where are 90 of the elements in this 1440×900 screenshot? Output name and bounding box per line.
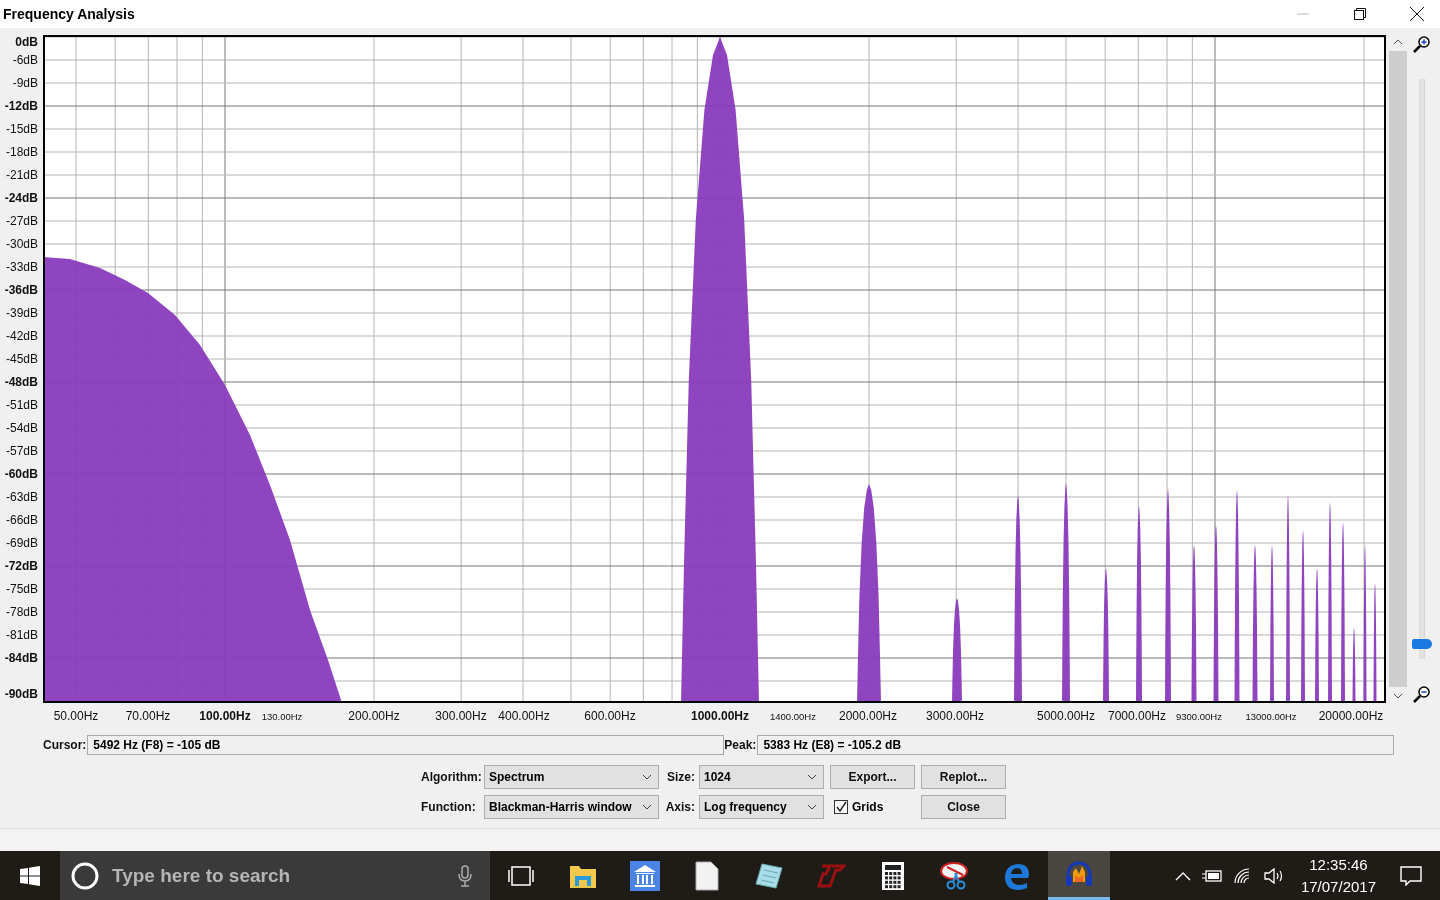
peak-readout: 5383 Hz (E8) = -105.2 dB [757,735,1395,755]
y-axis-label: -75dB [5,582,38,596]
x-axis-label: 1400.00Hz [770,711,816,722]
circle-icon [70,860,100,891]
y-axis-label: -78dB [5,605,38,619]
algorithm-label: Algorithm: [421,770,483,784]
y-axis-label: 0dB [15,35,38,49]
y-axis-label: -12dB [4,99,38,113]
x-axis-label: 20000.00Hz [1318,709,1384,723]
slider-thumb[interactable] [1412,639,1432,649]
y-axis-label: -42dB [5,329,38,343]
chevron-down-icon [807,804,817,810]
x-axis-label: 130.00Hz [261,711,303,722]
size-label: Size: [667,770,695,784]
y-axis-label: -36dB [4,283,38,297]
y-axis-label: -60dB [4,467,38,481]
export-button[interactable]: Export... [830,765,915,789]
chevron-down-icon [642,804,652,810]
chevron-down-icon [642,774,652,780]
x-axis-label: 200.00Hz [348,709,400,723]
y-axis-label: -66dB [5,513,38,527]
x-axis-label: 50.00Hz [53,709,99,723]
notification-icon[interactable] [1400,865,1422,886]
x-axis-label: 9300.00Hz [1176,711,1222,722]
chevron-down-icon [807,774,817,780]
microphone-icon[interactable] [458,864,472,887]
function-dropdown[interactable]: Blackman-Harris window [484,795,659,819]
y-axis-label: -84dB [4,651,38,665]
cursor-readout: 5492 Hz (F8) = -105 dB [87,735,725,755]
x-axis-label: 100.00Hz [199,709,251,723]
x-axis-label: 2000.00Hz [839,709,897,723]
y-axis-label: -51dB [5,398,38,412]
grids-checkbox[interactable] [834,800,848,814]
x-axis-label: 1000.00Hz [691,709,749,723]
notepad-icon [754,861,784,890]
axis-label: Axis: [665,800,695,814]
x-axis-label: 300.00Hz [435,709,487,723]
y-axis-label: -24dB [4,191,38,205]
cursor-label: Cursor: [43,738,87,752]
y-axis-label: -27dB [5,214,38,228]
document-icon [695,860,719,891]
y-axis-label: -21dB [5,168,38,182]
search-field[interactable]: Type here to search [110,863,448,888]
x-axis-label: 600.00Hz [584,709,636,723]
y-axis-label: -72dB [4,559,38,573]
building-icon [630,860,660,891]
window-title: Frequency Analysis [2,6,135,22]
chevron-down-icon[interactable] [1393,693,1403,699]
x-axis-label: 70.00Hz [125,709,171,723]
y-axis-label: -18dB [5,145,38,159]
y-axis-label: -15dB [5,122,38,136]
function-label: Function: [421,800,477,814]
y-axis-label: -81dB [5,628,38,642]
x-axis-label: 13000.00Hz [1245,711,1297,722]
zoom-out-icon[interactable] [1413,685,1431,703]
y-axis-label: -90dB [4,687,38,701]
headphones-icon [1064,860,1094,888]
y-axis-label: -48dB [4,375,38,389]
x-axis-label: 3000.00Hz [926,709,984,723]
y-axis-label: -33dB [5,260,38,274]
search-box[interactable]: Type here to search [60,851,490,900]
replot-button[interactable]: Replot... [921,765,1006,789]
clock-date[interactable]: 17/07/2017 [1300,875,1376,898]
logo-icon [816,863,846,888]
close-button[interactable]: Close [921,795,1006,819]
speaker-icon[interactable] [1262,866,1285,885]
algorithm-dropdown[interactable]: Spectrum [484,765,659,789]
grids-label: Grids [852,800,884,814]
chevron-up-icon[interactable] [1393,39,1403,45]
y-axis-label: -45dB [5,352,38,366]
y-axis-label: -57dB [5,444,38,458]
axis-dropdown[interactable]: Log frequency [699,795,824,819]
edge-browser-icon [1003,861,1031,890]
calculator-icon [881,860,905,891]
y-axis-label: -69dB [5,536,38,550]
x-axis-label: 7000.00Hz [1108,709,1166,723]
scissors-icon [939,860,971,891]
y-axis-label: -54dB [5,421,38,435]
x-axis-label: 5000.00Hz [1037,709,1095,723]
x-axis-label: 400.00Hz [498,709,550,723]
clock-time[interactable]: 12:35:46 [1309,853,1368,876]
y-axis-label: -9dB [12,76,38,90]
battery-icon[interactable] [1200,868,1223,883]
y-axis-label: -6dB [12,53,38,67]
peak-label: Peak: [724,738,757,752]
y-axis-label: -30dB [5,237,38,251]
zoom-in-icon[interactable] [1413,35,1431,53]
size-dropdown[interactable]: 1024 [699,765,824,789]
y-axis-label: -63dB [5,490,38,504]
y-axis-label: -39dB [5,306,38,320]
